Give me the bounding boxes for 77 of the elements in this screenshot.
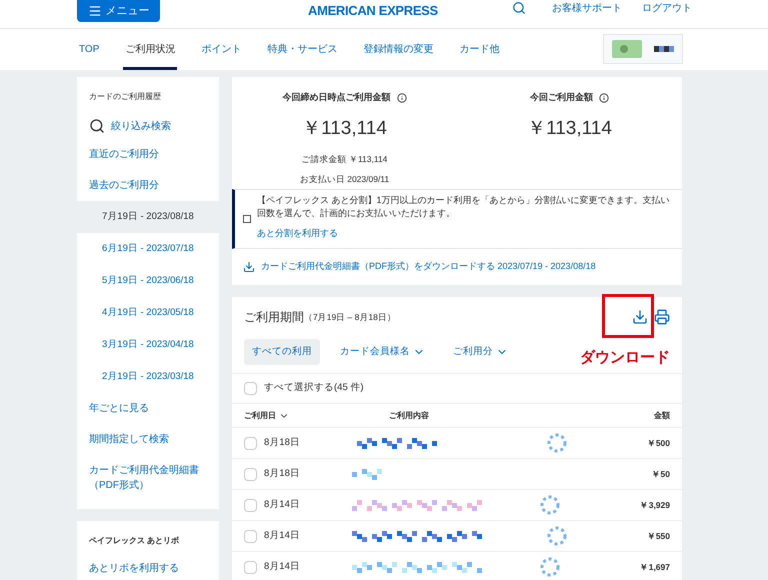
date-cell-text: 8月14日 [264,528,301,543]
menu-icon [88,4,102,18]
row-checkbox[interactable] [244,436,257,450]
sidebar-subitem[interactable]: 7月19日 - 2023/08/18 [77,201,219,233]
date-cell-text: 8月14日 [264,498,301,512]
nav-tab[interactable]: ご利用状況 [123,29,178,70]
sidebar-item[interactable]: 期間指定して検索 [77,424,219,455]
nav-tab[interactable]: ポイント [199,29,244,70]
search-icon[interactable] [512,1,526,15]
column-header: ご利用内容 [389,410,430,422]
date-cell-text: 8月18日 [264,436,301,450]
filter-button[interactable]: カード会員様名 [332,339,433,365]
download-icon [243,261,255,273]
redacted-drawing [352,468,382,480]
amount-cell: ￥550 [646,530,670,542]
period-range: （7月19日 – 8月18日） [304,310,396,324]
row-checkbox[interactable] [244,530,257,542]
summary-amount: ￥113,114 [302,116,387,140]
amount-cell: ￥1,697 [640,560,670,574]
summary-heading: 今回ご利用金額 [530,91,593,104]
column-header[interactable]: ご利用日 [244,410,389,422]
sidebar-title: カードのご利用履歴 [88,91,162,103]
sidebar-item[interactable]: 年ごとに見る [77,393,219,424]
pdf-download-link[interactable]: カードご利用代金明細書（PDF形式）をダウンロードする 2023/07/19 - 2023/08/18 [232,249,682,285]
logo[interactable]: AMERICAN EXPRESS [308,1,438,20]
search-icon [89,118,105,134]
info-icon[interactable] [396,92,406,103]
annotation-box [602,294,654,338]
notice-text: 【ペイフレックス あと分割】1万円以上のカード利用を「あとから」分割払いに変更できます。支払い回数を選んで、計画的にお支払いいただけます。 [257,194,671,220]
sidebar-title: ペイフレックス あとリボ [88,535,180,547]
sidebar-item[interactable]: 直近のご利用分 [77,139,219,170]
amount-cell: ￥3,929 [640,498,670,512]
checkbox-icon [243,215,251,223]
sidebar-subitem[interactable]: 3月19日 - 2023/04/18 [77,329,219,361]
filter-button[interactable]: すべての利用 [244,339,320,365]
print-icon[interactable] [654,309,670,325]
notice-link[interactable]: あと分割を利用する [257,228,338,238]
redacted-drawing [546,525,567,547]
sidebar-item[interactable]: あとリボを利用する [77,557,219,580]
menu-button[interactable]: メニュー [77,0,160,22]
sidebar-subitem[interactable]: 5月19日 - 2023/06/18 [77,265,219,297]
nav-tab[interactable]: 登録情報の変更 [361,29,436,70]
sidebar-subitem[interactable]: 4月19日 - 2023/05/18 [77,297,219,329]
summary-detail: ご請求金額 ￥113,114 [302,153,388,166]
sidebar-subitem[interactable]: 6月19日 - 2023/07/18 [77,233,219,265]
summary-heading: 今回締め日時点ご利用金額 [282,91,390,104]
download-icon[interactable] [632,309,648,325]
date-cell-text: 8月18日 [264,466,301,481]
filter-search-link[interactable]: 絞り込み検索 [77,113,219,139]
redacted-drawing [546,432,567,454]
header-link[interactable]: お客様サポート [552,1,622,16]
row-checkbox[interactable] [244,498,257,512]
card-thumbnail-icon [612,40,642,58]
filter-button[interactable]: ご利用分 [445,339,516,365]
date-cell-text: 8月14日 [264,560,301,574]
column-header: 金額 [654,410,670,422]
redacted-drawing [540,556,560,578]
sidebar-item[interactable]: カードご利用代金明細書（PDF形式） [77,455,219,501]
header-link[interactable]: ログアウト [642,1,692,16]
row-checkbox[interactable] [244,560,257,574]
checkbox[interactable] [244,382,257,395]
amount-cell: ￥50 [652,468,670,480]
amount-cell: ￥500 [646,436,670,450]
nav-tab[interactable]: カード他 [457,29,502,70]
nav-tab[interactable]: 特典・サービス [265,29,340,70]
redacted-drawing [540,494,560,516]
summary-detail: お支払い日 2023/09/11 [300,173,390,186]
card-selector[interactable] [603,34,683,64]
nav-tab[interactable]: TOP [77,29,102,70]
sidebar-subitem[interactable]: 2月19日 - 2023/03/18 [77,361,219,393]
summary-amount: ￥113,114 [527,116,612,140]
period-title: ご利用期間 [244,309,304,326]
info-icon[interactable] [599,92,609,103]
redacted-drawing [654,46,674,52]
row-checkbox[interactable] [244,468,257,480]
sidebar-item[interactable]: 過去のご利用分 [77,170,219,201]
select-all-label: すべて選択する(45 件) [264,381,364,396]
